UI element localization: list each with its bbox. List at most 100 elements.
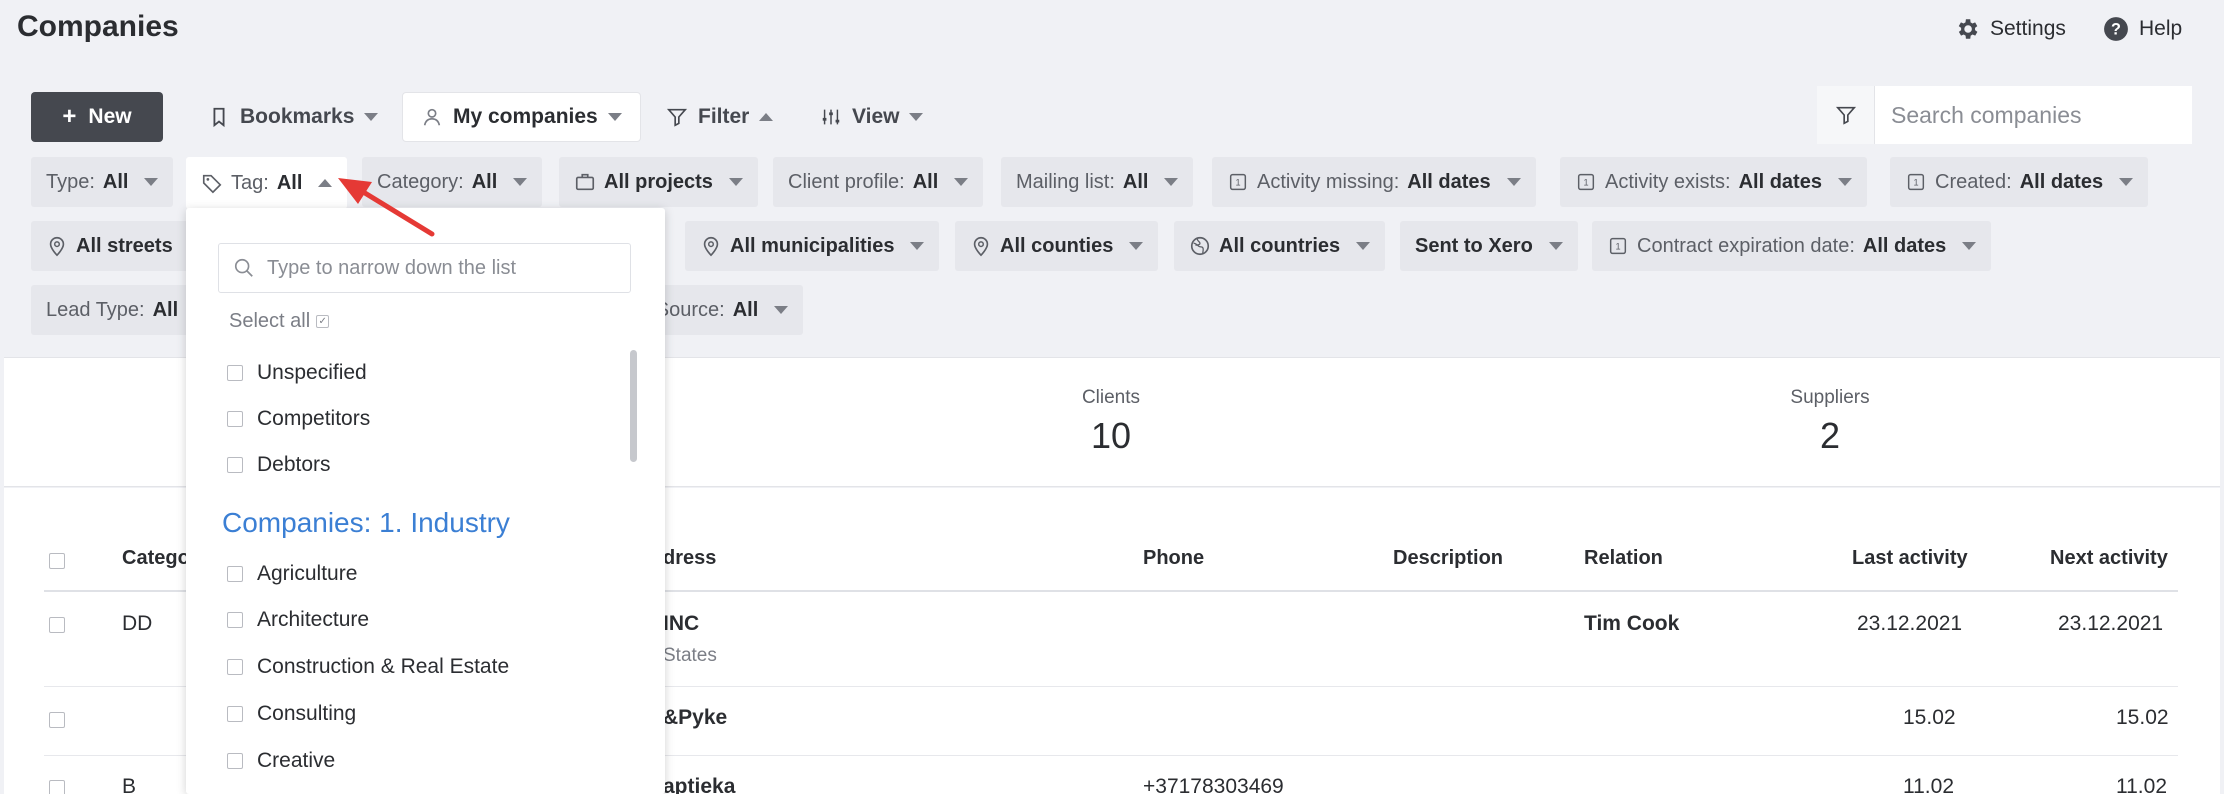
filter-value: All dates bbox=[2019, 170, 2104, 193]
my-companies-button[interactable]: My companies bbox=[402, 92, 641, 142]
filter-contract-expiration[interactable]: 1 Contract expiration date: All dates bbox=[1592, 221, 1992, 271]
option-checkbox[interactable] bbox=[227, 365, 243, 381]
option-checkbox[interactable] bbox=[227, 612, 243, 628]
filter-value: All dates bbox=[1738, 170, 1822, 193]
bookmarks-button[interactable]: Bookmarks bbox=[190, 92, 396, 142]
tag-option-unspecified[interactable]: Unspecified bbox=[227, 361, 367, 385]
filter-button[interactable]: Filter bbox=[648, 92, 791, 142]
chevron-down-icon bbox=[1129, 242, 1144, 250]
tag-group-title: Companies: 1. Industry bbox=[222, 507, 510, 538]
new-button-label: New bbox=[88, 105, 132, 128]
filter-value: All municipalities bbox=[730, 234, 895, 257]
stat-clients-value: 10 bbox=[1090, 415, 1132, 456]
filter-mailing-list[interactable]: Mailing list: All bbox=[1001, 157, 1194, 207]
checkmark-icon: ✓ bbox=[316, 315, 330, 328]
filter-sent-to-xero[interactable]: Sent to Xero bbox=[1400, 221, 1578, 271]
row-checkbox[interactable] bbox=[49, 617, 65, 633]
filter-value: All dates bbox=[1407, 170, 1491, 193]
select-all-option[interactable]: Select all ✓ bbox=[229, 310, 330, 333]
option-checkbox[interactable] bbox=[227, 566, 243, 582]
annotation-arrow-icon bbox=[338, 178, 435, 237]
svg-text:1: 1 bbox=[1615, 242, 1620, 252]
filter-key: Lead Type: bbox=[46, 298, 145, 321]
briefcase-icon bbox=[575, 173, 595, 191]
filter-key: Activity exists: bbox=[1605, 170, 1731, 193]
option-label: Agriculture bbox=[257, 562, 358, 585]
tag-option-creative[interactable]: Creative bbox=[227, 749, 335, 773]
filter-created[interactable]: 1 Created: All dates bbox=[1890, 157, 2149, 207]
stat-suppliers-label: Suppliers bbox=[1790, 387, 1870, 408]
row-next-activity: 11.02 bbox=[2116, 775, 2167, 794]
row-relation[interactable]: Tim Cook bbox=[1584, 612, 1679, 636]
filter-municipalities[interactable]: All municipalities bbox=[685, 221, 940, 271]
tag-option-agriculture[interactable]: Agriculture bbox=[227, 562, 357, 586]
filter-icon bbox=[1835, 106, 1856, 125]
location-pin-icon bbox=[49, 236, 65, 257]
chevron-down-icon bbox=[513, 178, 528, 186]
header-phone[interactable]: Phone bbox=[1143, 547, 1204, 570]
filter-streets[interactable]: All streets bbox=[31, 221, 191, 271]
option-checkbox[interactable] bbox=[227, 659, 243, 675]
tag-option-consulting[interactable]: Consulting bbox=[227, 702, 356, 726]
search-input[interactable] bbox=[1875, 86, 2192, 144]
filter-counties[interactable]: All counties bbox=[955, 221, 1159, 271]
filter-client-profile[interactable]: Client profile: All bbox=[773, 157, 984, 207]
option-checkbox[interactable] bbox=[227, 411, 243, 427]
option-label: Architecture bbox=[257, 608, 370, 631]
row-checkbox[interactable] bbox=[49, 780, 65, 794]
filter-countries[interactable]: All countries bbox=[1174, 221, 1386, 271]
filter-tag[interactable]: Tag: All bbox=[186, 157, 348, 209]
header-address[interactable]: dress bbox=[663, 547, 716, 570]
filter-key: Type: bbox=[46, 170, 95, 193]
option-checkbox[interactable] bbox=[227, 457, 243, 473]
new-button[interactable]: + New bbox=[31, 92, 163, 142]
row-name[interactable]: INC bbox=[663, 612, 699, 636]
header-last-activity[interactable]: Last activity bbox=[1852, 547, 1968, 570]
filter-icon bbox=[666, 108, 688, 127]
chevron-down-icon bbox=[728, 178, 743, 186]
settings-link[interactable]: Settings bbox=[1954, 12, 2066, 46]
view-label: View bbox=[852, 105, 900, 128]
settings-label: Settings bbox=[1990, 17, 2066, 40]
filter-value: All bbox=[732, 298, 759, 321]
tag-icon bbox=[202, 174, 222, 194]
tag-option-debtors[interactable]: Debtors bbox=[227, 453, 331, 477]
row-next-activity: 15.02 bbox=[2116, 706, 2169, 729]
filter-value: All projects bbox=[604, 170, 713, 193]
filter-value: All counties bbox=[1000, 234, 1114, 257]
filter-activity-exists[interactable]: 1 Activity exists: All dates bbox=[1560, 157, 1867, 207]
row-name[interactable]: &Pyke bbox=[663, 706, 727, 730]
search-filter-button[interactable] bbox=[1817, 86, 1875, 144]
header-category[interactable]: Catego bbox=[122, 547, 190, 570]
row-name[interactable]: aptieka bbox=[663, 775, 735, 794]
option-label: Consulting bbox=[257, 702, 357, 725]
row-last-activity: 23.12.2021 bbox=[1857, 612, 1963, 635]
header-next-activity[interactable]: Next activity bbox=[2050, 547, 2168, 570]
row-subtext: States bbox=[663, 645, 717, 666]
filter-value: All bbox=[276, 171, 303, 194]
help-link[interactable]: ? Help bbox=[2103, 12, 2182, 46]
filter-key: Created: bbox=[1935, 170, 2012, 193]
tag-search-input[interactable] bbox=[267, 256, 607, 280]
tag-option-competitors[interactable]: Competitors bbox=[227, 407, 370, 431]
header-relation[interactable]: Relation bbox=[1584, 547, 1663, 570]
chevron-down-icon bbox=[910, 242, 925, 250]
view-button[interactable]: View bbox=[802, 92, 941, 142]
select-all-rows-checkbox[interactable] bbox=[49, 553, 65, 569]
tag-option-architecture[interactable]: Architecture bbox=[227, 608, 369, 632]
location-pin-icon bbox=[703, 236, 719, 257]
dropdown-scrollbar[interactable] bbox=[630, 350, 637, 462]
user-icon bbox=[423, 108, 441, 126]
option-checkbox[interactable] bbox=[227, 753, 243, 769]
gear-icon bbox=[1958, 19, 1978, 39]
filter-lead-type[interactable]: Lead Type: All bbox=[31, 285, 191, 335]
filter-type[interactable]: Type: All bbox=[31, 157, 174, 207]
row-checkbox[interactable] bbox=[49, 712, 65, 728]
option-checkbox[interactable] bbox=[227, 706, 243, 722]
filter-value: All bbox=[912, 170, 939, 193]
filter-activity-missing[interactable]: 1 Activity missing: All dates bbox=[1212, 157, 1536, 207]
tag-option-construction[interactable]: Construction & Real Estate bbox=[227, 655, 509, 679]
header-description[interactable]: Description bbox=[1393, 547, 1503, 570]
filter-projects[interactable]: All projects bbox=[559, 157, 758, 207]
chevron-down-icon bbox=[1837, 178, 1852, 186]
